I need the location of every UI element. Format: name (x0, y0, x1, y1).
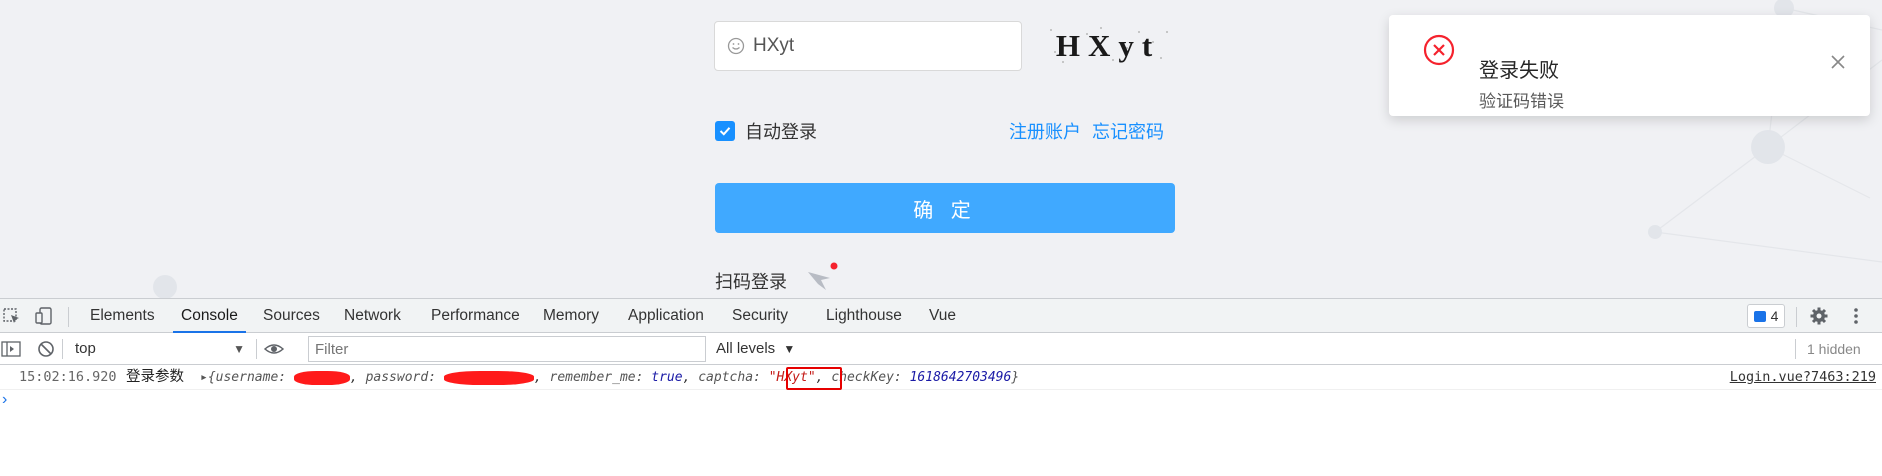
register-account-link[interactable]: 注册账户 (1009, 118, 1081, 144)
log-levels-value: All levels (716, 340, 776, 357)
dingtalk-icon[interactable] (806, 262, 840, 294)
messages-badge[interactable]: 4 (1747, 304, 1785, 328)
context-value: top (75, 340, 96, 357)
expand-triangle-icon[interactable]: ▸ (200, 370, 208, 385)
divider (256, 339, 257, 359)
log-value-remember: true (651, 370, 683, 385)
log-key-captcha: captcha: (698, 370, 769, 385)
redacted-password-mark (443, 370, 534, 385)
auto-login-checkbox[interactable]: 自动登录 (715, 118, 817, 144)
tab-lighthouse[interactable]: Lighthouse (818, 299, 910, 333)
tab-memory[interactable]: Memory (535, 299, 607, 333)
dropdown-arrow-icon: ▼ (783, 342, 796, 356)
device-toolbar-icon[interactable] (34, 306, 54, 326)
more-options-icon[interactable] (1846, 306, 1866, 326)
filter-input[interactable] (308, 336, 706, 362)
captcha-image-text: HXyt (1055, 28, 1161, 63)
dropdown-arrow-icon: ▼ (233, 342, 245, 356)
confirm-button[interactable]: 确 定 (715, 183, 1175, 233)
eye-icon[interactable] (264, 339, 284, 359)
tab-application[interactable]: Application (620, 299, 712, 333)
notification-title: 登录失败 (1479, 60, 1559, 82)
log-key-checkkey: checkKey: (831, 370, 910, 385)
tab-performance[interactable]: Performance (423, 299, 528, 333)
log-object-open: {username: (207, 370, 294, 385)
log-key-password: password: (365, 370, 444, 385)
tab-console[interactable]: Console (173, 299, 246, 333)
tab-vue[interactable]: Vue (921, 299, 964, 333)
clear-console-icon[interactable] (36, 339, 56, 359)
console-toolbar: top ▼ All levels ▼ 1 hidden (0, 333, 1882, 365)
checkbox-checked-icon[interactable] (715, 121, 735, 141)
log-key-remember: remember_me: (549, 370, 652, 385)
message-count: 4 (1770, 308, 1779, 324)
divider (68, 307, 69, 327)
devtools-tab-bar: Elements Console Sources Network Perform… (0, 298, 1882, 333)
context-selector[interactable]: top ▼ (75, 337, 245, 361)
close-circle-icon (1423, 34, 1455, 66)
forgot-password-link[interactable]: 忘记密码 (1092, 118, 1164, 144)
console-prompt-icon[interactable]: › (2, 391, 7, 409)
qr-login-label[interactable]: 扫码登录 (715, 268, 787, 294)
log-levels-dropdown[interactable]: All levels ▼ (716, 337, 795, 361)
log-timestamp: 15:02:16.920 (19, 369, 117, 385)
log-object[interactable]: ▸{username: , password: , remember_me: t… (200, 365, 1019, 390)
source-link[interactable]: Login.vue?7463:219 (1730, 365, 1876, 390)
captcha-input[interactable] (753, 35, 993, 57)
log-value-checkkey: 1618642703496 (909, 370, 1012, 385)
hidden-count: 1 hidden (1807, 341, 1861, 357)
divider (62, 339, 63, 359)
error-notification: 登录失败 验证码错误 (1389, 15, 1870, 116)
smile-icon (727, 37, 745, 55)
gear-icon[interactable] (1809, 306, 1829, 326)
divider (1796, 307, 1797, 327)
redacted-username-mark (293, 370, 350, 385)
notification-description: 验证码错误 (1479, 92, 1564, 111)
devtools-panel: Elements Console Sources Network Perform… (0, 298, 1882, 476)
message-icon (1753, 310, 1766, 322)
sidebar-toggle-icon[interactable] (1, 339, 21, 359)
console-log-entry: 15:02:16.920 登录参数 ▸{username: , password… (0, 365, 1882, 390)
auto-login-label: 自动登录 (745, 122, 817, 142)
log-object-close: } (1011, 370, 1020, 385)
tab-security[interactable]: Security (724, 299, 796, 333)
inspect-element-icon[interactable] (2, 306, 22, 326)
tab-network[interactable]: Network (336, 299, 409, 333)
screen: HXyt 自动登录 注册账户 忘记密码 确 定 扫码登录 登录失败 验证码错误 (0, 0, 1882, 476)
tab-sources[interactable]: Sources (255, 299, 328, 333)
captcha-field[interactable] (714, 21, 1022, 71)
highlight-box-captcha (786, 367, 842, 390)
tab-elements[interactable]: Elements (82, 299, 163, 333)
captcha-image[interactable]: HXyt (1043, 24, 1173, 68)
log-message-label: 登录参数 (126, 369, 184, 385)
divider (1795, 339, 1796, 359)
close-icon[interactable] (1829, 53, 1847, 71)
